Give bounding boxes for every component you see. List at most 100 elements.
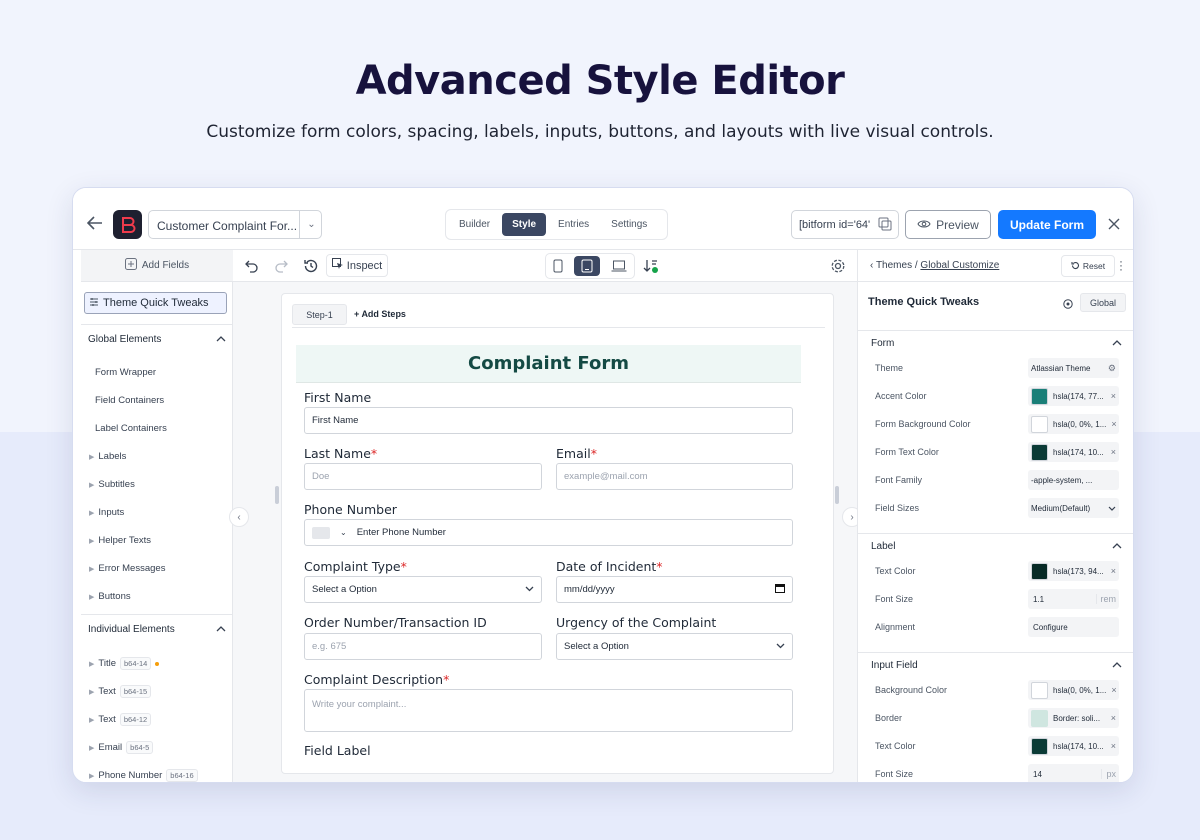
clear-icon[interactable]: × xyxy=(1111,447,1116,457)
element-item-text[interactable]: ▶ Text b64-15 xyxy=(89,685,152,698)
form-text-color-control[interactable]: hsla(174, 10... × xyxy=(1028,442,1119,462)
breadcrumb-global-customize[interactable]: Global Customize xyxy=(920,260,999,271)
description-textarea[interactable]: Write your complaint... xyxy=(304,689,793,732)
chevron-left-icon[interactable]: ‹ xyxy=(870,260,873,271)
resize-handle-right[interactable] xyxy=(835,486,839,504)
element-item-title[interactable]: ▶ Title b64-14 xyxy=(89,657,160,670)
complaint-type-value: Select a Option xyxy=(312,584,377,595)
global-scope-button[interactable]: Global xyxy=(1080,293,1126,312)
breadcrumb-themes[interactable]: Themes / xyxy=(876,260,918,271)
element-item-email[interactable]: ▶ Email b64-5 xyxy=(89,741,154,754)
sidebar-item-label-containers[interactable]: Label Containers xyxy=(95,423,167,434)
unit-label[interactable]: px xyxy=(1101,769,1116,779)
label-section-header[interactable]: Label xyxy=(858,533,1133,559)
back-arrow-icon[interactable] xyxy=(87,216,103,230)
alignment-configure-button[interactable]: Configure xyxy=(1028,617,1119,637)
email-input[interactable]: example@mail.com xyxy=(556,463,793,490)
label-text-color-swatch[interactable] xyxy=(1031,562,1048,580)
field-sizes-select[interactable]: Medium(Default) xyxy=(1028,498,1119,518)
element-item-text[interactable]: ▶ Text b64-12 xyxy=(89,713,152,726)
update-form-button[interactable]: Update Form xyxy=(998,210,1096,239)
sidebar-item-form-wrapper[interactable]: Form Wrapper xyxy=(95,367,156,378)
copy-icon[interactable] xyxy=(877,216,893,232)
mobile-icon[interactable] xyxy=(553,259,563,273)
undo-icon[interactable] xyxy=(245,259,259,273)
clear-icon[interactable]: × xyxy=(1111,713,1116,723)
element-badge: b64-14 xyxy=(120,657,152,670)
theme-select[interactable]: Atlassian Theme ⚙ xyxy=(1028,358,1119,378)
label-font-size-input[interactable]: 1.1 rem xyxy=(1028,589,1119,609)
clear-icon[interactable]: × xyxy=(1111,419,1116,429)
target-icon[interactable] xyxy=(1062,297,1074,309)
inspect-button[interactable]: Inspect xyxy=(326,254,388,277)
form-section-header[interactable]: Form xyxy=(858,330,1133,356)
sidebar-item-inputs[interactable]: ▶ Inputs xyxy=(89,507,124,518)
input-text-color-control[interactable]: hsla(174, 10... × xyxy=(1028,736,1119,756)
input-border-control[interactable]: Border: soli... × xyxy=(1028,708,1119,728)
form-text-color-swatch[interactable] xyxy=(1031,443,1048,461)
sidebar-item-field-containers[interactable]: Field Containers xyxy=(95,395,164,406)
accent-color-control[interactable]: hsla(174, 77... × xyxy=(1028,386,1119,406)
tab-builder[interactable]: Builder xyxy=(449,213,500,236)
input-bg-color-swatch[interactable] xyxy=(1031,681,1048,699)
form-bg-color-value: hsla(0, 0%, 1... xyxy=(1053,419,1107,429)
more-options-icon[interactable]: · · · xyxy=(1119,255,1125,275)
font-family-input[interactable]: -apple-system, ... xyxy=(1028,470,1119,490)
sidebar-item-helper-texts[interactable]: ▶ Helper Texts xyxy=(89,535,151,546)
tab-style[interactable]: Style xyxy=(502,213,547,236)
global-elements-header[interactable]: Global Elements xyxy=(81,324,233,354)
step-tab[interactable]: Step-1 xyxy=(292,304,347,325)
label-text-color-control[interactable]: hsla(173, 94... × xyxy=(1028,561,1119,581)
laptop-icon[interactable] xyxy=(611,260,627,272)
urgency-select[interactable]: Select a Option xyxy=(556,633,793,660)
last-name-input[interactable]: Doe xyxy=(304,463,542,490)
clear-icon[interactable]: × xyxy=(1111,685,1116,695)
history-icon[interactable] xyxy=(303,258,319,274)
resize-handle-left[interactable] xyxy=(275,486,279,504)
form-bg-color-swatch[interactable] xyxy=(1031,415,1048,433)
sort-check-icon[interactable] xyxy=(643,258,659,274)
complaint-type-select[interactable]: Select a Option xyxy=(304,576,542,603)
unit-label[interactable]: rem xyxy=(1095,594,1116,604)
sidebar-item-buttons[interactable]: ▶ Buttons xyxy=(89,591,131,602)
sidebar-item-labels[interactable]: ▶ Labels xyxy=(89,451,126,462)
country-flag-icon[interactable] xyxy=(312,526,330,539)
input-bg-color-control[interactable]: hsla(0, 0%, 1... × xyxy=(1028,680,1119,700)
input-font-size-value: 14 xyxy=(1033,769,1042,779)
tablet-icon[interactable] xyxy=(573,256,600,276)
gear-icon[interactable] xyxy=(830,258,846,274)
element-item-phone-number[interactable]: ▶ Phone Number b64-16 xyxy=(89,769,198,782)
input-text-color-swatch[interactable] xyxy=(1031,737,1048,755)
clear-icon[interactable]: × xyxy=(1111,741,1116,751)
order-number-input[interactable]: e.g. 675 xyxy=(304,633,542,660)
tab-entries[interactable]: Entries xyxy=(548,213,599,236)
reset-button[interactable]: Reset xyxy=(1061,255,1115,277)
collapse-left-button[interactable]: ‹ xyxy=(229,507,249,527)
preview-button[interactable]: Preview xyxy=(905,210,991,239)
add-fields-button[interactable]: Add Fields xyxy=(81,250,233,282)
add-steps-button[interactable]: + Add Steps xyxy=(354,309,406,319)
sidebar-item-subtitles[interactable]: ▶ Subtitles xyxy=(89,479,135,490)
clear-icon[interactable]: × xyxy=(1111,391,1116,401)
theme-quick-tweaks-item[interactable]: Theme Quick Tweaks xyxy=(84,292,227,314)
accent-color-swatch[interactable] xyxy=(1031,387,1048,405)
phone-input[interactable]: ⌄ Enter Phone Number xyxy=(304,519,793,546)
input-border-swatch[interactable] xyxy=(1031,709,1048,727)
redo-icon[interactable] xyxy=(274,259,288,273)
first-name-input[interactable]: First Name xyxy=(304,407,793,434)
form-name-select[interactable]: Customer Complaint For... xyxy=(148,210,322,239)
chevron-down-icon[interactable]: ⌄ xyxy=(299,210,323,239)
tab-settings[interactable]: Settings xyxy=(601,213,657,236)
page-subtitle: Customize form colors, spacing, labels, … xyxy=(206,122,994,142)
incident-date-input[interactable]: mm/dd/yyyy xyxy=(556,576,793,603)
clear-icon[interactable]: × xyxy=(1111,566,1116,576)
sidebar-item-error-messages[interactable]: ▶ Error Messages xyxy=(89,563,165,574)
chevron-down-icon[interactable]: ⌄ xyxy=(340,528,347,537)
calendar-icon[interactable] xyxy=(775,583,785,596)
form-bg-color-control[interactable]: hsla(0, 0%, 1... × xyxy=(1028,414,1119,434)
input-font-size-input[interactable]: 14 px xyxy=(1028,764,1119,782)
gear-icon[interactable]: ⚙ xyxy=(1108,363,1116,374)
individual-elements-header[interactable]: Individual Elements xyxy=(81,614,233,644)
input-field-section-header[interactable]: Input Field xyxy=(858,652,1133,678)
close-icon[interactable] xyxy=(1107,217,1121,231)
